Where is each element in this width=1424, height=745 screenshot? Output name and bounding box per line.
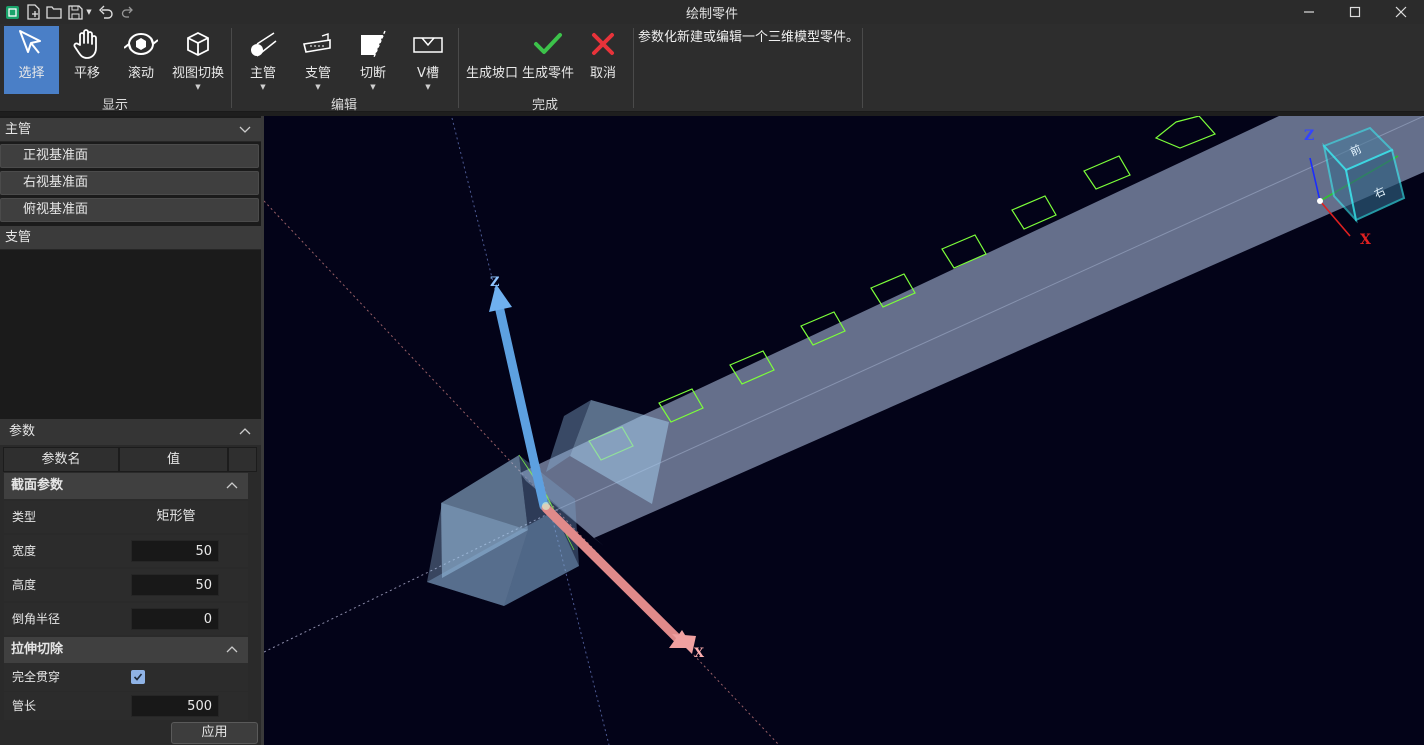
dropdown-arrow-icon: ▼ [260,83,266,91]
minimize-button[interactable] [1286,0,1332,24]
feature-tree-panel: 主管 正视基准面 右视基准面 俯视基准面 支管 参数 参数名 值 截面参数 类型… [0,116,261,745]
v-groove-icon [412,26,444,62]
ribbon-separator [633,28,634,108]
maximize-button[interactable] [1332,0,1378,24]
param-row-width: 宽度 50 [4,535,248,567]
select-button[interactable]: 选择 [4,26,59,94]
close-button[interactable] [1378,0,1424,24]
cube-view-icon [185,26,211,62]
column-header-spacer [228,447,257,472]
fillet-radius-input[interactable]: 0 [131,608,219,630]
hint-text: 参数化新建或编辑一个三维模型零件。 [638,30,860,45]
parameters-panel: 参数 参数名 值 截面参数 类型 矩形管 宽度 50 高度 50 倒角半径 0 … [0,419,261,745]
3d-viewport[interactable]: Z X Z X 前 右 [264,116,1424,745]
height-input[interactable]: 50 [131,574,219,596]
width-input[interactable]: 50 [131,540,219,562]
red-x-icon [591,26,615,62]
ribbon-separator [231,28,232,108]
main-pipe-icon [248,26,278,62]
dropdown-arrow-icon: ▼ [425,83,431,91]
window-title: 绘制零件 [685,7,738,22]
pan-button[interactable]: 平移 [63,26,111,92]
checkmark-icon [133,673,143,681]
redo-icon[interactable] [120,3,136,21]
cut-icon [358,26,388,62]
section-profile-params[interactable]: 截面参数 [4,473,248,499]
cursor-arrow-icon [17,26,47,62]
ribbon-toolbar: 选择 平移 滚动 视图切换 ▼ 显示 主管 ▼ 支管 ▼ 切断 ▼ V槽 ▼ 编… [0,24,1424,113]
type-value[interactable]: 矩形管 [114,501,238,533]
tree-node-main-pipe[interactable]: 主管 [0,118,261,142]
svg-text:Z: Z [1304,128,1314,144]
ribbon-separator [862,28,863,108]
dropdown-arrow-icon: ▼ [315,83,321,91]
cancel-button[interactable]: 取消 [580,26,626,92]
generate-bevel-button[interactable]: 生成坡口 [464,26,520,92]
tree-node-branch-pipe[interactable]: 支管 [0,226,261,250]
save-dropdown-icon[interactable]: ▼ [85,3,93,21]
rotate-view-icon [124,26,158,62]
view-switch-button[interactable]: 视图切换 ▼ [170,26,226,92]
x-axis-arrow[interactable]: X [541,503,705,661]
svg-text:X: X [1360,232,1371,248]
main-pipe-button[interactable]: 主管 ▼ [240,26,286,92]
origin-point [542,502,550,510]
rotate-button[interactable]: 滚动 [117,26,165,92]
param-row-height: 高度 50 [4,569,248,601]
tree-node-front-plane[interactable]: 正视基准面 [0,144,259,168]
finish-group-label: 完成 [531,98,558,113]
scene-canvas: Z X Z X 前 右 [264,116,1424,745]
param-row-fillet: 倒角半径 0 [4,603,248,635]
dropdown-arrow-icon: ▼ [370,83,376,91]
parameters-header[interactable]: 参数 [0,419,261,445]
pipe-length-input[interactable]: 500 [131,695,219,717]
branch-pipe-button[interactable]: 支管 ▼ [295,26,341,92]
param-row-type: 类型 矩形管 [4,501,248,533]
app-logo-icon [4,3,20,21]
dropdown-arrow-icon: ▼ [195,83,201,91]
cut-button[interactable]: 切断 ▼ [350,26,396,92]
checkmark-icon [533,26,563,62]
x-axis-label: X [694,646,705,661]
generate-part-button[interactable]: 生成零件 [520,26,576,92]
undo-icon[interactable] [97,3,115,21]
ribbon-separator [458,28,459,108]
v-groove-button[interactable]: V槽 ▼ [405,26,451,92]
open-folder-icon[interactable] [45,3,63,21]
column-header-name: 参数名 [3,447,119,472]
through-all-checkbox[interactable] [131,670,145,684]
tree-node-top-plane[interactable]: 俯视基准面 [0,198,259,222]
edit-group-label: 编辑 [330,98,357,113]
tree-node-right-plane[interactable]: 右视基准面 [0,171,259,195]
display-group-label: 显示 [101,98,128,113]
z-axis-label: Z [490,275,500,290]
column-header-value: 值 [119,447,228,472]
apply-button[interactable]: 应用 [171,722,258,744]
hand-icon [72,26,102,62]
new-file-icon[interactable] [24,3,42,21]
title-bar: ▼ 绘制零件 [0,0,1424,24]
section-extrude-cut[interactable]: 拉伸切除 [4,637,248,663]
branch-pipe-icon [302,26,334,62]
param-row-through-all: 完全贯穿 [4,663,248,691]
save-icon[interactable] [66,3,84,21]
param-row-pipe-length: 管长 500 [4,692,248,720]
